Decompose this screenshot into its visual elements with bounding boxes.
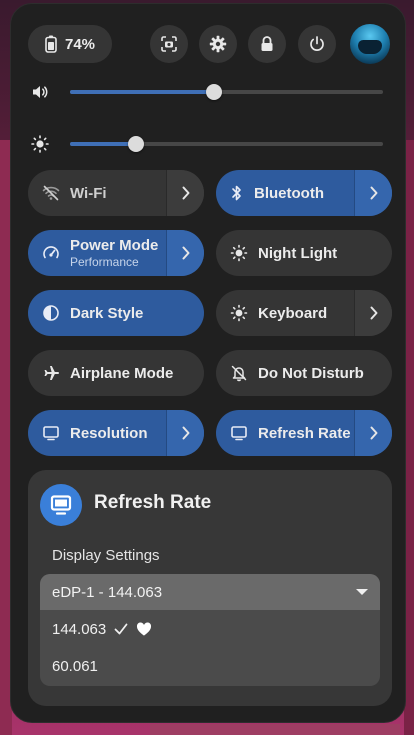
dark-style-label: Dark Style xyxy=(70,304,144,322)
screenshot-icon xyxy=(160,35,178,53)
do-not-disturb-toggle-main[interactable]: Do Not Disturb xyxy=(216,350,392,396)
night-light-icon xyxy=(230,244,248,262)
avatar-image xyxy=(358,40,382,54)
refresh-rate-option-label: 144.063 xyxy=(52,620,107,638)
bell-off-icon xyxy=(230,364,248,382)
do-not-disturb-toggle[interactable]: Do Not Disturb xyxy=(216,350,392,396)
battery-percentage: 74% xyxy=(64,35,96,53)
monitor-icon xyxy=(42,424,60,442)
wifi-toggle[interactable]: Wi-Fi xyxy=(28,170,204,216)
keyboard-label: Keyboard xyxy=(258,304,328,322)
resolution-toggle[interactable]: Resolution xyxy=(28,410,204,456)
refresh-rate-toggle[interactable]: Refresh Rate xyxy=(216,410,392,456)
refresh-rate-label: Refresh Rate xyxy=(258,424,351,442)
chevron-right-icon xyxy=(181,186,191,200)
power-mode-toggle[interactable]: Power Mode Performance xyxy=(28,230,204,276)
dark-style-icon xyxy=(42,304,60,322)
power-mode-subtitle: Performance xyxy=(70,255,139,269)
brightness-slider-row xyxy=(30,132,384,156)
chevron-right-icon xyxy=(181,426,191,440)
display-dropdown: eDP-1 - 144.063 144.063 60.061 xyxy=(40,574,380,686)
volume-slider-handle[interactable] xyxy=(205,84,222,100)
airplane-mode-label: Airplane Mode xyxy=(70,364,174,382)
do-not-disturb-label: Do Not Disturb xyxy=(258,364,364,382)
volume-slider-fill xyxy=(70,90,214,94)
chevron-right-icon xyxy=(369,186,379,200)
night-light-toggle[interactable]: Night Light xyxy=(216,230,392,276)
airplane-mode-toggle-main[interactable]: Airplane Mode xyxy=(28,350,204,396)
screenshot-button[interactable] xyxy=(150,25,188,63)
wallpaper-edge-bottom xyxy=(150,724,400,735)
monitor-icon xyxy=(230,424,248,442)
refresh-rate-option[interactable]: 60.061 xyxy=(40,648,380,684)
settings-button[interactable] xyxy=(199,25,237,63)
display-dropdown-value: eDP-1 - 144.063 xyxy=(52,583,163,601)
night-light-toggle-main[interactable]: Night Light xyxy=(216,230,392,276)
keyboard-backlight-icon xyxy=(230,304,248,322)
power-mode-label: Power Mode xyxy=(70,237,159,254)
refresh-rate-option[interactable]: 144.063 xyxy=(40,611,380,647)
night-light-label: Night Light xyxy=(258,244,338,262)
lock-button[interactable] xyxy=(248,25,286,63)
dark-style-toggle-main[interactable]: Dark Style xyxy=(28,290,204,336)
airplane-icon xyxy=(42,364,60,382)
monitor-icon xyxy=(40,484,82,526)
power-button[interactable] xyxy=(298,25,336,63)
menu-title: Refresh Rate xyxy=(94,492,212,513)
dark-style-toggle[interactable]: Dark Style xyxy=(28,290,204,336)
airplane-mode-toggle[interactable]: Airplane Mode xyxy=(28,350,204,396)
brightness-slider-handle[interactable] xyxy=(127,136,144,152)
bluetooth-toggle[interactable]: Bluetooth xyxy=(216,170,392,216)
lock-icon xyxy=(259,35,275,53)
wifi-toggle-main[interactable]: Wi-Fi xyxy=(28,170,166,216)
wifi-label: Wi-Fi xyxy=(70,184,107,202)
keyboard-toggle[interactable]: Keyboard xyxy=(216,290,392,336)
heart-icon[interactable] xyxy=(136,622,152,636)
battery-icon xyxy=(45,35,57,53)
chevron-right-icon xyxy=(181,246,191,260)
battery-status-button[interactable]: 74% xyxy=(28,25,112,63)
caret-down-icon xyxy=(356,589,368,595)
volume-slider[interactable] xyxy=(70,84,383,100)
resolution-toggle-main[interactable]: Resolution xyxy=(28,410,166,456)
chevron-right-icon xyxy=(369,306,379,320)
brightness-slider[interactable] xyxy=(70,136,383,152)
bluetooth-label: Bluetooth xyxy=(254,184,324,202)
display-settings-link[interactable]: Display Settings xyxy=(52,547,160,564)
bluetooth-toggle-main[interactable]: Bluetooth xyxy=(216,170,354,216)
power-icon xyxy=(308,35,326,53)
volume-slider-row xyxy=(30,80,384,104)
refresh-rate-toggle-main[interactable]: Refresh Rate xyxy=(216,410,354,456)
display-dropdown-header[interactable]: eDP-1 - 144.063 xyxy=(40,574,380,610)
brightness-slider-fill xyxy=(70,142,136,146)
resolution-label: Resolution xyxy=(70,424,148,442)
refresh-rate-menu: Refresh Rate Display Settings eDP-1 - 14… xyxy=(28,470,392,706)
keyboard-toggle-main[interactable]: Keyboard xyxy=(216,290,354,336)
power-mode-toggle-main[interactable]: Power Mode Performance xyxy=(28,230,166,276)
refresh-rate-option-label: 60.061 xyxy=(52,657,98,675)
settings-icon xyxy=(209,35,227,53)
bluetooth-icon xyxy=(230,184,244,202)
chevron-right-icon xyxy=(369,426,379,440)
user-avatar[interactable] xyxy=(350,24,390,64)
speedometer-icon xyxy=(42,244,60,262)
wifi-off-icon xyxy=(42,185,60,201)
sun-icon xyxy=(30,134,50,154)
checkmark-icon xyxy=(114,623,128,635)
speaker-icon[interactable] xyxy=(30,82,50,102)
